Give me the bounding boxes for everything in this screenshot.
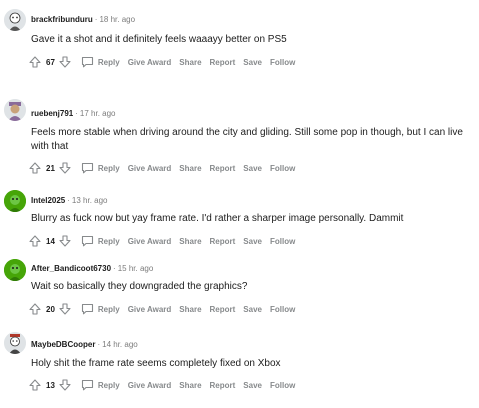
downvote-icon[interactable]: [59, 303, 71, 315]
username[interactable]: MaybeDBCooper: [31, 340, 95, 349]
reply-label: Reply: [97, 236, 120, 246]
report-button[interactable]: Report: [210, 58, 236, 67]
comment-bubble-icon: [81, 56, 93, 68]
reply-label: Reply: [97, 380, 120, 390]
separator-dot: ·: [75, 109, 78, 118]
avatar[interactable]: [4, 332, 26, 354]
downvote-icon[interactable]: [59, 56, 71, 68]
downvote-icon[interactable]: [59, 379, 71, 391]
vote-count: 14: [46, 236, 55, 246]
upvote-icon[interactable]: [29, 56, 41, 68]
share-button[interactable]: Share: [179, 305, 201, 314]
separator-dot: ·: [113, 264, 116, 273]
give-award-button[interactable]: Give Award: [128, 305, 172, 314]
share-button[interactable]: Share: [179, 381, 201, 390]
comment-actions: 67 Reply Give Award Share Report Save Fo…: [29, 55, 295, 69]
downvote-icon[interactable]: [59, 162, 71, 174]
save-button[interactable]: Save: [243, 305, 262, 314]
reply-label: Reply: [97, 163, 120, 173]
timestamp[interactable]: 14 hr. ago: [102, 340, 138, 349]
share-button[interactable]: Share: [179, 58, 201, 67]
report-button[interactable]: Report: [210, 381, 236, 390]
reply-button[interactable]: Reply: [81, 162, 120, 174]
comment-text: Gave it a shot and it definitely feels w…: [31, 34, 287, 45]
username[interactable]: ruebenj791: [31, 109, 73, 118]
comment-actions: 21 Reply Give Award Share Report Save Fo…: [29, 161, 295, 175]
upvote-icon[interactable]: [29, 303, 41, 315]
timestamp[interactable]: 15 hr. ago: [118, 264, 154, 273]
reply-button[interactable]: Reply: [81, 235, 120, 247]
reply-button[interactable]: Reply: [81, 56, 120, 68]
save-button[interactable]: Save: [243, 237, 262, 246]
downvote-icon[interactable]: [59, 235, 71, 247]
comment-bubble-icon: [81, 379, 93, 391]
save-button[interactable]: Save: [243, 58, 262, 67]
upvote-icon[interactable]: [29, 162, 41, 174]
reply-label: Reply: [97, 57, 120, 67]
give-award-button[interactable]: Give Award: [128, 58, 172, 67]
separator-dot: ·: [67, 196, 70, 205]
vote-count: 21: [46, 163, 55, 173]
report-button[interactable]: Report: [210, 237, 236, 246]
upvote-icon[interactable]: [29, 379, 41, 391]
username[interactable]: Intel2025: [31, 196, 65, 205]
timestamp[interactable]: 13 hr. ago: [72, 196, 108, 205]
comment-bubble-icon: [81, 303, 93, 315]
give-award-button[interactable]: Give Award: [128, 164, 172, 173]
follow-button[interactable]: Follow: [270, 237, 295, 246]
comment-actions: 13 Reply Give Award Share Report Save Fo…: [29, 378, 295, 392]
comment-text: Wait so basically they downgraded the gr…: [31, 281, 248, 292]
timestamp[interactable]: 17 hr. ago: [80, 109, 116, 118]
vote-count: 20: [46, 304, 55, 314]
give-award-button[interactable]: Give Award: [128, 237, 172, 246]
upvote-icon[interactable]: [29, 235, 41, 247]
avatar[interactable]: [4, 190, 26, 212]
give-award-button[interactable]: Give Award: [128, 381, 172, 390]
comment-meta: Intel2025 · 13 hr. ago: [31, 196, 108, 206]
vote-count: 67: [46, 57, 55, 67]
comment-meta: After_Bandicoot6730 · 15 hr. ago: [31, 264, 153, 274]
report-button[interactable]: Report: [210, 305, 236, 314]
separator-dot: ·: [94, 15, 98, 24]
follow-button[interactable]: Follow: [270, 381, 295, 390]
username[interactable]: After_Bandicoot6730: [31, 264, 111, 273]
comment-actions: 14 Reply Give Award Share Report Save Fo…: [29, 234, 295, 248]
save-button[interactable]: Save: [243, 381, 262, 390]
avatar[interactable]: [4, 99, 26, 121]
report-button[interactable]: Report: [210, 164, 236, 173]
comment-bubble-icon: [81, 162, 93, 174]
comment-bubble-icon: [81, 235, 93, 247]
comment-meta: brackfribunduru · 18 hr. ago: [31, 15, 135, 25]
comment-text: Feels more stable when driving around th…: [31, 127, 463, 152]
follow-button[interactable]: Follow: [270, 305, 295, 314]
timestamp[interactable]: 18 hr. ago: [99, 15, 135, 24]
share-button[interactable]: Share: [179, 164, 201, 173]
reply-button[interactable]: Reply: [81, 379, 120, 391]
share-button[interactable]: Share: [179, 237, 201, 246]
follow-button[interactable]: Follow: [270, 58, 295, 67]
avatar[interactable]: [4, 9, 26, 31]
vote-count: 13: [46, 380, 55, 390]
comment-text: Blurry as fuck now but yay frame rate. I…: [31, 213, 404, 224]
comment-actions: 20 Reply Give Award Share Report Save Fo…: [29, 302, 295, 316]
separator-dot: ·: [97, 340, 101, 349]
comment-meta: MaybeDBCooper · 14 hr. ago: [31, 340, 138, 350]
reply-label: Reply: [97, 304, 120, 314]
save-button[interactable]: Save: [243, 164, 262, 173]
username[interactable]: brackfribunduru: [31, 15, 93, 24]
avatar[interactable]: [4, 259, 26, 281]
follow-button[interactable]: Follow: [270, 164, 295, 173]
reply-button[interactable]: Reply: [81, 303, 120, 315]
comment-text: Holy shit the frame rate seems completel…: [31, 358, 281, 369]
comment-meta: ruebenj791 · 17 hr. ago: [31, 109, 116, 119]
